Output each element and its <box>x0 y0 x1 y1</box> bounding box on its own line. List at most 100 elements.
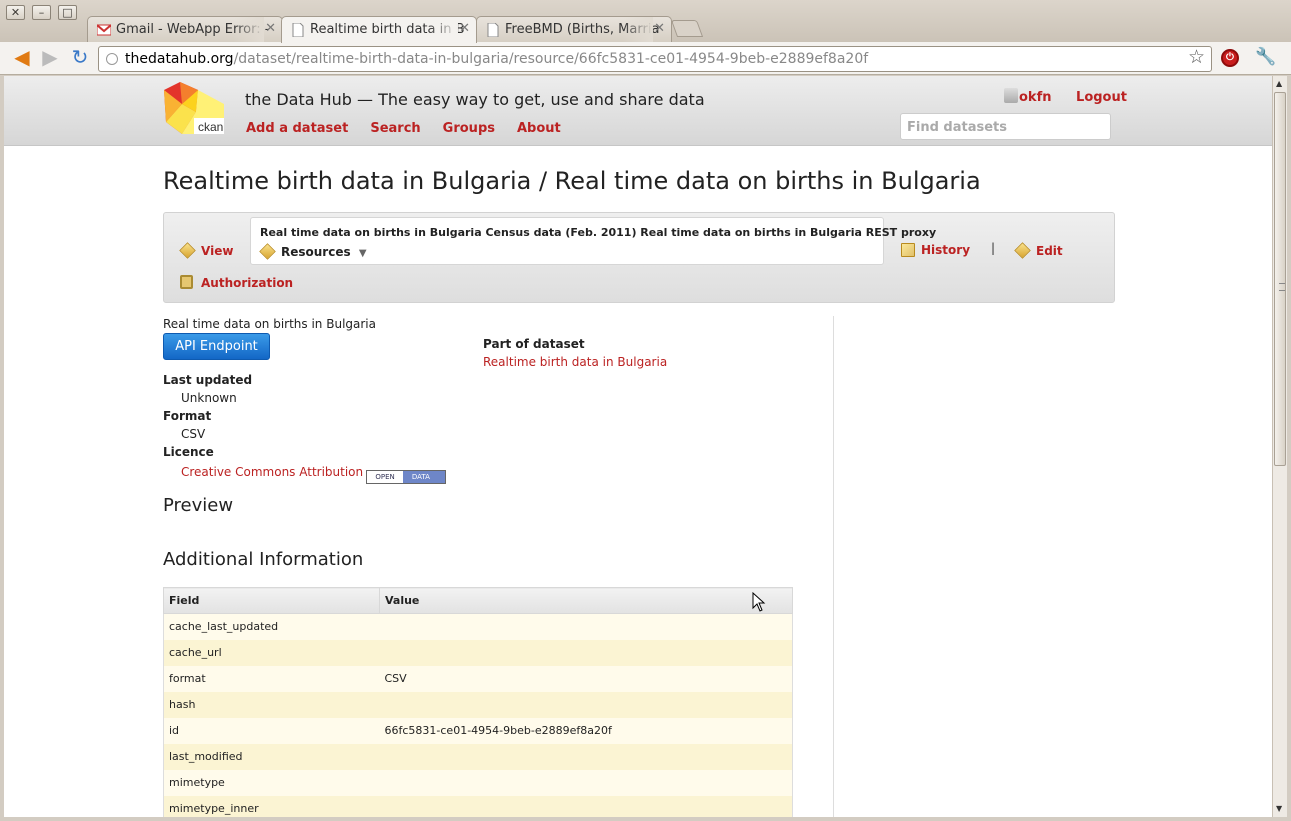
edit-icon <box>1014 242 1031 259</box>
part-of-dataset: Part of dataset Realtime birth data in B… <box>483 335 667 371</box>
tab-freebmd[interactable]: FreeBMD (Births, Marria ✕ <box>476 16 672 42</box>
vertical-scrollbar[interactable]: ▲ ▼ <box>1272 76 1287 817</box>
last-updated-label: Last updated <box>163 373 253 387</box>
preview-heading: Preview <box>163 495 234 516</box>
table-row: id 66fc5831-ce01-4954-9beb-e2889ef8a20f <box>163 717 793 744</box>
resource-description: Real time data on births in Bulgaria <box>163 317 376 331</box>
maximize-window-icon[interactable]: □ <box>58 5 77 20</box>
scroll-down-icon[interactable]: ▼ <box>1276 804 1282 813</box>
licence-label: Licence <box>163 445 214 459</box>
table-row: cache_last_updated <box>163 613 793 640</box>
table-row: cache_url <box>163 639 793 666</box>
value-cell: CSV <box>379 665 793 692</box>
field-cell: last_modified <box>163 743 380 770</box>
table-row: mimetype <box>163 769 793 796</box>
table-row: hash <box>163 691 793 718</box>
close-window-icon[interactable]: ✕ <box>6 5 25 20</box>
field-cell: cache_url <box>163 639 380 666</box>
edit-button[interactable]: Edit <box>1014 242 1063 259</box>
dropdown-arrow-icon: ▼ <box>358 248 367 259</box>
api-endpoint-button[interactable]: API Endpoint <box>163 333 270 360</box>
authorization-button[interactable]: Authorization <box>180 275 293 290</box>
resources-dropdown[interactable]: Resources ▼ <box>259 243 367 260</box>
web-page: ckan the Data Hub — The easy way to get,… <box>4 76 1272 817</box>
table-row: mimetype_inner <box>163 795 793 817</box>
view-button[interactable]: View <box>179 242 233 259</box>
lock-icon <box>180 275 193 289</box>
open-data-badge[interactable]: OPEN DATA <box>366 470 447 484</box>
site-title: the Data Hub — The easy way to get, use … <box>245 90 705 109</box>
scroll-up-icon[interactable]: ▲ <box>1276 79 1282 88</box>
ckan-logo[interactable]: ckan <box>162 82 228 135</box>
value-cell <box>379 691 793 718</box>
forward-arrow-icon[interactable]: ▶ <box>38 46 62 70</box>
user-link[interactable]: okfn <box>1019 90 1052 105</box>
logo-text: ckan <box>198 120 223 134</box>
action-bar: View Real time data on births in Bulgari… <box>163 212 1115 303</box>
history-button[interactable]: History <box>901 243 970 257</box>
browser-window: ✕ – □ Gmail - WebApp Error: - ✕ Realtime… <box>0 0 1291 821</box>
page-title: Realtime birth data in Bulgaria / Real t… <box>163 167 981 195</box>
close-tab-icon[interactable]: ✕ <box>459 21 470 36</box>
nav-about[interactable]: About <box>517 121 561 136</box>
close-tab-icon[interactable]: ✕ <box>265 21 276 36</box>
tab-strip: ✕ – □ Gmail - WebApp Error: - ✕ Realtime… <box>0 0 1291 43</box>
url-path: /dataset/realtime-birth-data-in-bulgaria… <box>233 51 869 67</box>
wrench-menu-icon[interactable]: 🔧 <box>1255 47 1276 67</box>
tab-realtime-birth[interactable]: Realtime birth data in B ✕ <box>281 16 477 43</box>
resource-links[interactable]: Real time data on births in Bulgaria Cen… <box>260 226 936 239</box>
new-tab-button[interactable] <box>670 20 704 37</box>
field-cell: mimetype <box>163 769 380 796</box>
part-of-label: Part of dataset <box>483 337 585 351</box>
additional-info-table: Field Value cache_last_updated cache_url… <box>163 587 793 817</box>
nav-add-dataset[interactable]: Add a dataset <box>246 121 348 136</box>
tab-gmail[interactable]: Gmail - WebApp Error: - ✕ <box>87 16 283 42</box>
history-icon <box>901 243 915 257</box>
url-host: thedatahub.org <box>125 51 234 67</box>
value-cell <box>379 613 793 640</box>
page-icon <box>487 23 499 37</box>
nav-groups[interactable]: Groups <box>443 121 495 136</box>
gmail-icon <box>97 24 111 36</box>
logout-link[interactable]: Logout <box>1076 90 1127 105</box>
main-nav: Add a dataset Search Groups About <box>246 121 583 136</box>
back-arrow-icon[interactable]: ◀ <box>10 46 34 70</box>
field-cell: hash <box>163 691 380 718</box>
bookmark-star-icon[interactable]: ☆ <box>1188 46 1205 68</box>
licence-row: Creative Commons Attribution OPEN DATA <box>181 463 447 484</box>
site-header: ckan the Data Hub — The easy way to get,… <box>4 76 1272 146</box>
table-row: last_modified <box>163 743 793 770</box>
additional-info-heading: Additional Information <box>163 549 364 570</box>
reload-icon[interactable]: ↻ <box>68 46 92 70</box>
field-cell: mimetype_inner <box>163 795 380 817</box>
value-cell <box>379 639 793 666</box>
value-cell <box>379 743 793 770</box>
avatar <box>1004 88 1018 103</box>
field-cell: format <box>163 665 380 692</box>
value-cell <box>379 795 793 817</box>
value-cell: 66fc5831-ce01-4954-9beb-e2889ef8a20f <box>379 717 793 744</box>
search-input[interactable]: Find datasets <box>900 113 1111 140</box>
table-row: format CSV <box>163 665 793 692</box>
page-icon <box>292 23 304 37</box>
field-cell: cache_last_updated <box>163 613 380 640</box>
table-header-row: Field Value <box>163 587 793 614</box>
mouse-cursor-icon <box>752 592 766 612</box>
part-of-link[interactable]: Realtime birth data in Bulgaria <box>483 353 667 371</box>
resource-details: Last updated Unknown Format CSV Licence … <box>163 371 447 484</box>
field-cell: id <box>163 717 380 744</box>
value-cell <box>379 769 793 796</box>
licence-link[interactable]: Creative Commons Attribution <box>181 465 363 479</box>
scrollbar-thumb[interactable] <box>1274 92 1286 466</box>
format-value: CSV <box>181 427 206 441</box>
browser-toolbar: ◀ ▶ ↻ thedatahub.org/dataset/realtime-bi… <box>0 42 1291 75</box>
minimize-window-icon[interactable]: – <box>32 5 51 20</box>
cube-icon <box>259 243 276 260</box>
nav-search[interactable]: Search <box>370 121 420 136</box>
sidebar-divider <box>833 316 834 817</box>
value-header: Value <box>379 587 793 614</box>
cube-icon <box>179 242 196 259</box>
address-bar[interactable]: thedatahub.org/dataset/realtime-birth-da… <box>98 46 1212 72</box>
extension-icon[interactable]: ⏻ <box>1221 49 1239 67</box>
close-tab-icon[interactable]: ✕ <box>654 21 665 36</box>
